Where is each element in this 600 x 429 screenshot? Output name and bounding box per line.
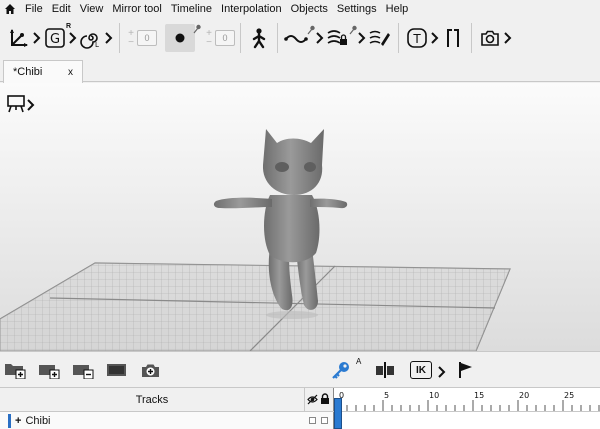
menu-interpolation[interactable]: Interpolation bbox=[221, 0, 282, 18]
pin-icon bbox=[307, 25, 315, 35]
curve-icon[interactable] bbox=[283, 25, 315, 51]
menu-help[interactable]: Help bbox=[386, 0, 409, 18]
chevron-right-icon[interactable] bbox=[32, 31, 42, 45]
toolbar-separator bbox=[277, 23, 278, 53]
stepper-value-field[interactable]: 0 bbox=[137, 30, 157, 46]
pen-curves-icon[interactable] bbox=[367, 25, 393, 51]
split-icon[interactable] bbox=[374, 361, 396, 379]
pin-icon bbox=[193, 24, 201, 34]
chevron-right-icon[interactable] bbox=[357, 31, 367, 45]
value-stepper-2: + − 0 bbox=[203, 22, 235, 54]
scene-canvas bbox=[0, 129, 511, 351]
flag-icon[interactable] bbox=[455, 361, 477, 379]
ruler-label: 15 bbox=[474, 391, 484, 400]
menu-mirror-tool[interactable]: Mirror tool bbox=[112, 0, 162, 18]
chevron-right-icon[interactable] bbox=[315, 31, 325, 45]
bone-superscript: R bbox=[65, 23, 71, 30]
menu-settings[interactable]: Settings bbox=[337, 0, 377, 18]
tab-title: *Chibi bbox=[13, 66, 43, 78]
viewport-tools bbox=[6, 93, 36, 116]
stepper-arrows[interactable]: + − bbox=[125, 29, 137, 48]
svg-text:L: L bbox=[95, 41, 99, 49]
tool-group-bone: G R bbox=[42, 22, 78, 54]
locked-curves-icon[interactable] bbox=[325, 25, 357, 51]
pin-icon bbox=[349, 25, 357, 35]
lock-icon[interactable] bbox=[320, 393, 330, 408]
keyframe-dot-button[interactable] bbox=[165, 24, 201, 52]
tab-close-button[interactable]: x bbox=[68, 67, 73, 78]
tool-group-pen bbox=[367, 22, 393, 54]
playhead[interactable] bbox=[334, 398, 342, 429]
timeline-ruler[interactable]: 0 5 10 15 20 25 bbox=[333, 388, 600, 412]
tool-group-curve bbox=[283, 22, 325, 54]
tracks-header: Tracks 0 5 10 15 20 25 bbox=[0, 387, 600, 412]
camera-icon[interactable] bbox=[477, 25, 503, 51]
toolbar-separator bbox=[240, 23, 241, 53]
value-stepper-1: + − 0 bbox=[125, 22, 157, 54]
expand-toggle[interactable]: + bbox=[15, 415, 21, 427]
rotate-spiral-icon[interactable]: L bbox=[78, 25, 104, 51]
bone-g-icon[interactable]: G R bbox=[42, 23, 71, 51]
ruler-ticks: 0 5 10 15 20 25 bbox=[337, 391, 600, 412]
tab-chibi[interactable]: *Chibi x bbox=[3, 60, 83, 83]
ruler-label: 5 bbox=[384, 391, 389, 400]
track-lock-checkbox[interactable] bbox=[321, 417, 328, 424]
ik-button[interactable]: IK bbox=[410, 361, 432, 379]
toolbar-separator bbox=[398, 23, 399, 53]
tool-group-lock-curve bbox=[325, 22, 367, 54]
chevron-right-icon[interactable] bbox=[430, 31, 440, 45]
screen-icon[interactable] bbox=[106, 361, 128, 379]
track-color-marker bbox=[8, 414, 11, 428]
chevron-right-icon[interactable] bbox=[26, 98, 36, 112]
timeline-toolbar: A IK bbox=[0, 351, 600, 387]
ground-grid bbox=[0, 262, 511, 351]
document-tab-bar: *Chibi x bbox=[0, 58, 600, 83]
menu-view[interactable]: View bbox=[80, 0, 104, 18]
tool-group-text: T bbox=[404, 22, 440, 54]
remove-layer-icon[interactable] bbox=[72, 361, 94, 379]
easel-icon[interactable] bbox=[6, 93, 26, 116]
chevron-right-icon[interactable] bbox=[437, 365, 447, 379]
ruler-label: 25 bbox=[564, 391, 574, 400]
stepper-value-field[interactable]: 0 bbox=[215, 30, 235, 46]
track-label: + Chibi bbox=[15, 412, 51, 429]
menu-file[interactable]: File bbox=[25, 0, 43, 18]
track-lane[interactable] bbox=[333, 412, 600, 429]
track-name: Chibi bbox=[25, 415, 51, 427]
3d-viewport[interactable] bbox=[0, 83, 600, 351]
track-visible-checkbox[interactable] bbox=[309, 417, 316, 424]
add-camera-icon[interactable] bbox=[140, 361, 162, 379]
menu-objects[interactable]: Objects bbox=[291, 0, 328, 18]
main-toolbar: G R L + − 0 + − 0 T bbox=[0, 18, 600, 58]
menu-bar: File Edit View Mirror tool Timeline Inte… bbox=[0, 0, 600, 18]
stepper-minus[interactable]: − bbox=[206, 38, 212, 48]
visibility-icon[interactable] bbox=[307, 394, 318, 408]
bracket-icon[interactable] bbox=[440, 25, 466, 51]
add-track-icon[interactable] bbox=[4, 361, 26, 379]
svg-text:G: G bbox=[50, 32, 60, 47]
menu-edit[interactable]: Edit bbox=[52, 0, 71, 18]
toolbar-separator bbox=[471, 23, 472, 53]
chevron-right-icon[interactable] bbox=[503, 31, 513, 45]
key-superscript: A bbox=[356, 357, 362, 366]
ruler-label: 20 bbox=[519, 391, 529, 400]
keyframe-key-icon[interactable] bbox=[330, 361, 352, 379]
track-row[interactable]: + Chibi bbox=[0, 411, 600, 429]
move-axis-icon[interactable] bbox=[6, 25, 32, 51]
stepper-arrows[interactable]: + − bbox=[203, 29, 215, 48]
text-t-icon[interactable]: T bbox=[404, 25, 430, 51]
home-icon[interactable] bbox=[3, 2, 17, 16]
tool-group-move bbox=[6, 22, 42, 54]
ruler-label: 10 bbox=[429, 391, 439, 400]
toolbar-separator bbox=[119, 23, 120, 53]
person-pose-icon[interactable] bbox=[246, 25, 272, 51]
chevron-right-icon[interactable] bbox=[68, 31, 78, 45]
chevron-right-icon[interactable] bbox=[104, 31, 114, 45]
menu-timeline[interactable]: Timeline bbox=[171, 0, 212, 18]
stepper-minus[interactable]: − bbox=[128, 38, 134, 48]
svg-text:T: T bbox=[412, 32, 421, 46]
tool-group-rotate: L bbox=[78, 22, 114, 54]
add-layer-icon[interactable] bbox=[38, 361, 60, 379]
tracks-title: Tracks bbox=[0, 388, 305, 412]
